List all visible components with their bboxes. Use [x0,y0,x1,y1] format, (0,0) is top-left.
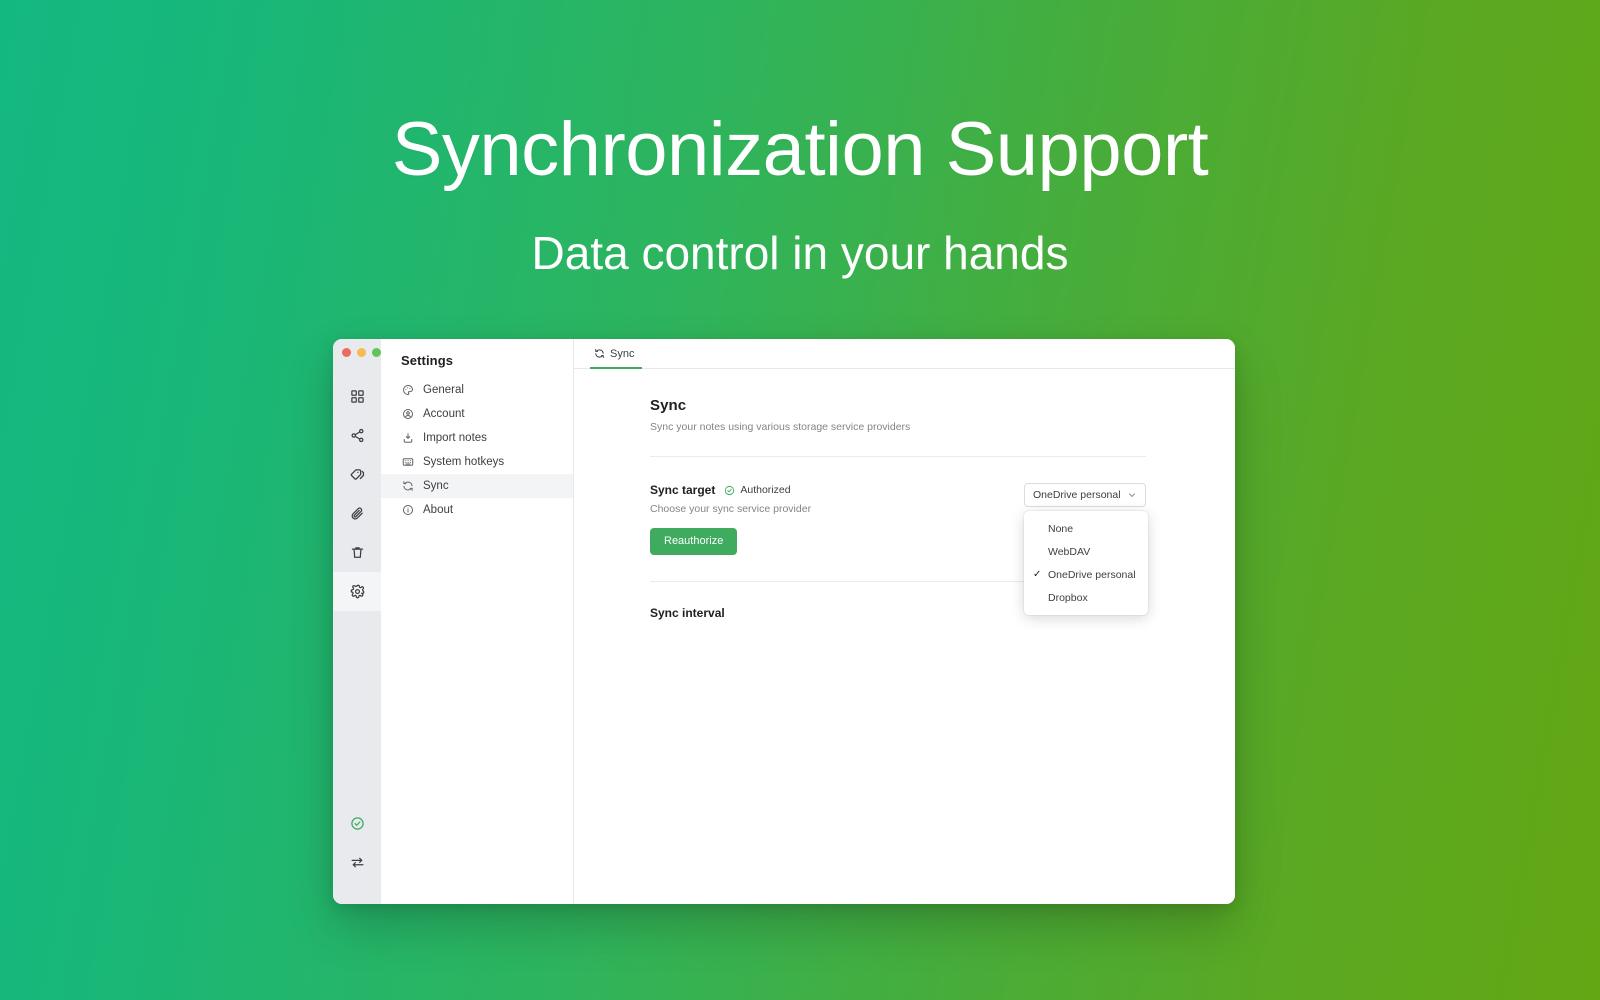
sidebar-item-general[interactable]: General [381,378,573,402]
sidebar-item-label: System hotkeys [423,456,505,468]
grid-icon [350,389,365,404]
hero-banner: Synchronization Support Data control in … [0,0,1600,279]
share-icon [350,428,365,443]
rail-item-share[interactable] [333,416,381,455]
sidebar-item-label: About [423,504,454,516]
rail-item-sync-now[interactable] [333,843,381,882]
window-controls [333,339,381,365]
icon-rail [333,339,381,904]
dropdown-option-dropbox[interactable]: Dropbox [1024,586,1148,609]
checkmark-icon: ✓ [1033,568,1042,580]
sync-arrows-icon [350,855,365,870]
rail-item-dashboard[interactable] [333,377,381,416]
dropdown-option-label: None [1048,522,1074,535]
dropdown-option-label: Dropbox [1048,591,1088,604]
settings-nav-panel: Settings General Account Import notes Sy… [381,339,574,904]
sync-provider-dropdown-menu: None WebDAV ✓ OneDrive personal Dropbox [1024,511,1148,615]
page-title: Synchronization Support [391,107,1209,192]
sync-target-row: Sync target Authorized Choose your sync … [650,457,1148,615]
sidebar-item-label: Import notes [423,432,487,444]
sync-provider-select-trigger[interactable]: OneDrive personal [1024,483,1146,507]
section-description: Sync your notes using various storage se… [650,421,911,433]
sidebar-item-import-notes[interactable]: Import notes [381,426,573,450]
sync-icon [594,348,605,359]
keyboard-icon [401,456,414,469]
status-badge: Authorized [724,484,791,496]
paperclip-icon [350,506,365,521]
dropdown-option-webdav[interactable]: WebDAV [1024,540,1148,563]
close-button[interactable] [342,347,351,357]
dropdown-option-none[interactable]: None [1024,517,1148,540]
section-heading: Sync [650,397,687,414]
sidebar-item-label: General [423,384,464,396]
sync-icon [401,480,414,493]
status-badge-label: Authorized [740,484,791,496]
rail-item-trash[interactable] [333,533,381,572]
chevron-down-icon [1127,490,1137,500]
palette-icon [401,384,414,397]
sync-interval-label: Sync interval [650,606,725,620]
rail-item-settings[interactable] [333,572,381,611]
sidebar-item-sync[interactable]: Sync [381,474,573,498]
reauthorize-button[interactable]: Reauthorize [650,528,738,555]
import-icon [401,432,414,445]
minimize-button[interactable] [357,347,366,357]
dropdown-option-label: OneDrive personal [1048,568,1136,581]
info-icon [401,504,414,517]
trash-icon [350,545,365,560]
app-window: Settings General Account Import notes Sy… [333,339,1235,904]
content-area: Sync Sync Sync your notes using various … [574,339,1235,904]
sidebar-item-about[interactable]: About [381,498,573,522]
sync-settings-pane: Sync Sync your notes using various stora… [574,369,1235,904]
sync-provider-select: OneDrive personal None WebDAV ✓ OneDrive… [1024,483,1148,615]
settings-panel-title: Settings [401,353,454,368]
dropdown-option-label: WebDAV [1048,545,1091,558]
zoom-button[interactable] [372,347,381,357]
tab-bar: Sync [574,339,1235,369]
dropdown-option-onedrive-personal[interactable]: ✓ OneDrive personal [1024,563,1148,586]
sync-provider-select-value: OneDrive personal [1033,489,1121,501]
tags-icon [350,467,365,482]
rail-item-tags[interactable] [333,455,381,494]
account-icon [401,408,414,421]
rail-item-status[interactable] [333,804,381,843]
tab-sync[interactable]: Sync [590,340,643,369]
check-circle-icon [724,485,735,496]
sync-target-label: Sync target [650,483,716,497]
page-subtitle: Data control in your hands [531,227,1069,279]
sidebar-item-label: Sync [423,480,449,492]
rail-item-attachments[interactable] [333,494,381,533]
check-circle-icon [350,816,365,831]
gear-icon [350,584,365,599]
sidebar-item-account[interactable]: Account [381,402,573,426]
sidebar-item-system-hotkeys[interactable]: System hotkeys [381,450,573,474]
sync-target-description: Choose your sync service provider [650,503,812,515]
tab-label: Sync [610,347,635,360]
sidebar-item-label: Account [423,408,465,420]
